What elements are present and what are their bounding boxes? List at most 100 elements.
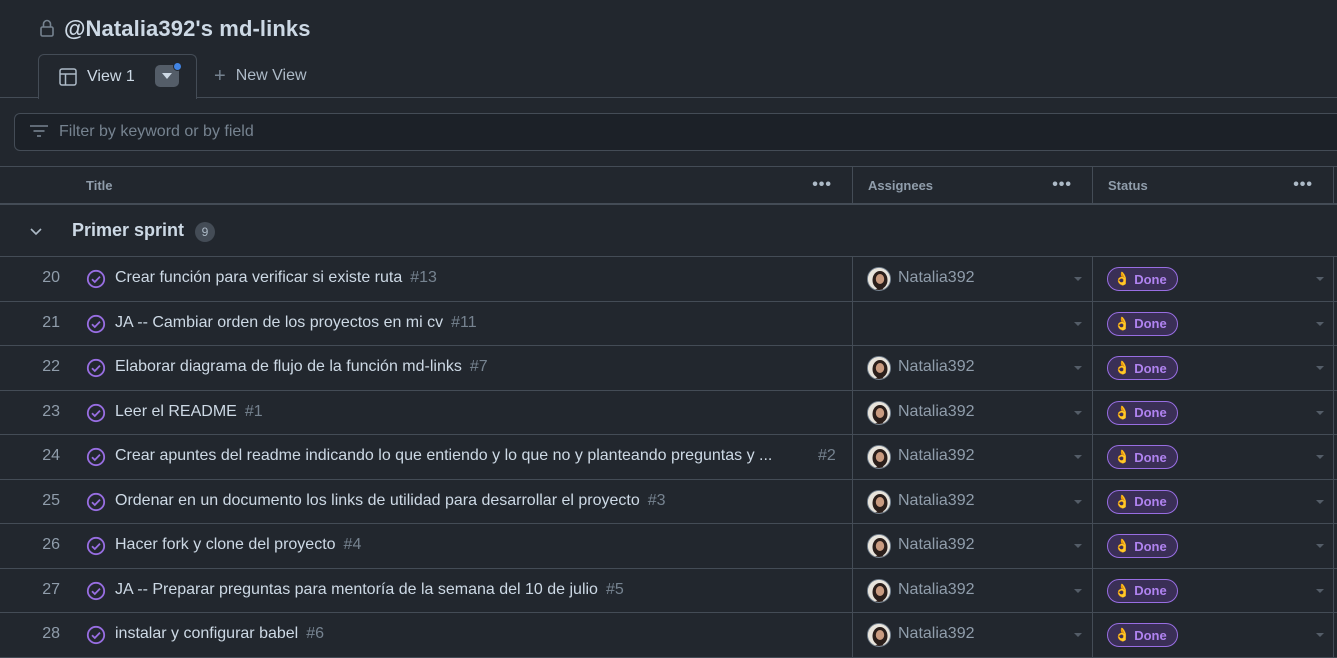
issue-closed-icon xyxy=(86,447,106,467)
ok-hand-icon: 👌 xyxy=(1114,538,1131,553)
assignee-cell[interactable]: Natalia392 xyxy=(852,524,1092,568)
table-row[interactable]: 21 JA -- Cambiar orden de los proyectos … xyxy=(0,301,1337,346)
avatar xyxy=(867,489,891,514)
table-row[interactable]: 26 Hacer fork y clone del proyecto #4 Nat… xyxy=(0,524,1337,569)
column-assignees-header[interactable]: Assignees ••• xyxy=(852,167,1092,204)
issue-closed-icon xyxy=(86,492,106,512)
avatar xyxy=(867,267,891,291)
assignee-cell[interactable]: Natalia392 xyxy=(852,435,1092,479)
assignee-cell[interactable]: Natalia392 xyxy=(852,390,1092,434)
triangle-down-icon[interactable] xyxy=(1315,542,1325,550)
row-number: 28 xyxy=(42,625,60,642)
issue-closed-icon xyxy=(86,358,106,378)
status-cell[interactable]: 👌 Done xyxy=(1092,479,1334,523)
avatar xyxy=(867,400,891,425)
issue-number: #7 xyxy=(469,358,488,375)
triangle-down-icon[interactable] xyxy=(1315,275,1325,283)
column-title-label: Title xyxy=(86,178,113,193)
issue-number: #3 xyxy=(647,491,666,509)
triangle-down-icon[interactable] xyxy=(1315,587,1325,595)
group-header[interactable]: Primer sprint 9 xyxy=(0,205,1337,257)
row-number: 25 xyxy=(42,491,60,509)
status-cell[interactable]: 👌 Done xyxy=(1092,524,1334,568)
table-row[interactable]: 24 Crear apuntes del readme indicando lo… xyxy=(0,435,1337,480)
column-title-menu-icon[interactable]: ••• xyxy=(812,176,832,194)
status-cell[interactable]: 👌 Done xyxy=(1092,257,1334,301)
table-icon xyxy=(59,68,77,86)
triangle-down-icon[interactable] xyxy=(1315,320,1325,328)
triangle-down-icon[interactable] xyxy=(1073,498,1083,506)
table-row[interactable]: 25 Ordenar en un documento los links de … xyxy=(0,479,1337,524)
triangle-down-icon[interactable] xyxy=(1315,453,1325,461)
issue-title-link[interactable]: Leer el README #1 xyxy=(115,403,263,421)
triangle-down-icon xyxy=(162,73,172,79)
row-number: 23 xyxy=(42,402,60,420)
assignee-cell[interactable]: Natalia392 xyxy=(852,568,1092,612)
assignee-cell[interactable] xyxy=(852,301,1092,345)
project-page: @Natalia392's md-links View 1 + New View… xyxy=(0,0,1337,658)
issue-title-link[interactable]: instalar y configurar babel #6 xyxy=(115,625,324,643)
column-status-label: Status xyxy=(1108,178,1148,193)
triangle-down-icon[interactable] xyxy=(1073,320,1083,328)
issue-closed-icon xyxy=(86,314,106,334)
assignee-name: Natalia392 xyxy=(898,358,975,375)
filter-input[interactable] xyxy=(59,123,959,141)
triangle-down-icon[interactable] xyxy=(1073,631,1083,639)
triangle-down-icon[interactable] xyxy=(1073,587,1083,595)
ok-hand-icon: 👌 xyxy=(1114,404,1131,420)
table-row[interactable]: 20 Crear función para verificar si exist… xyxy=(0,257,1337,302)
lock-icon xyxy=(38,18,56,40)
triangle-down-icon[interactable] xyxy=(1073,364,1083,372)
table-row[interactable]: 28 instalar y configurar babel #6 Natalia… xyxy=(0,613,1337,658)
triangle-down-icon[interactable] xyxy=(1073,542,1083,550)
triangle-down-icon[interactable] xyxy=(1315,409,1325,417)
issue-title-link[interactable]: Elaborar diagrama de flujo de la función… xyxy=(115,358,488,376)
ok-hand-icon: 👌 xyxy=(1114,449,1131,464)
status-badge: 👌 Done xyxy=(1107,578,1178,603)
new-view-button[interactable]: + New View xyxy=(214,65,307,87)
issue-number: #5 xyxy=(605,580,624,598)
triangle-down-icon[interactable] xyxy=(1073,275,1083,283)
chevron-down-icon[interactable] xyxy=(28,223,44,239)
column-title-header[interactable]: Title ••• xyxy=(86,167,852,204)
issue-title-link[interactable]: Crear función para verificar si existe r… xyxy=(115,269,437,287)
issue-title-link[interactable]: Ordenar en un documento los links de uti… xyxy=(115,492,666,510)
view-options-button[interactable] xyxy=(155,62,182,87)
new-view-label: New View xyxy=(235,67,307,84)
status-cell[interactable]: 👌 Done xyxy=(1092,301,1334,345)
triangle-down-icon[interactable] xyxy=(1073,453,1083,461)
issue-number: #6 xyxy=(306,625,325,642)
filter-bar[interactable] xyxy=(14,113,1337,151)
assignee-cell[interactable]: Natalia392 xyxy=(852,479,1092,523)
assignee-cell[interactable]: Natalia392 xyxy=(852,257,1092,301)
row-number: 26 xyxy=(42,536,60,553)
issue-title-link[interactable]: JA -- Preparar preguntas para mentoría d… xyxy=(115,581,624,599)
tab-view-1[interactable]: View 1 xyxy=(38,54,197,99)
triangle-down-icon[interactable] xyxy=(1315,498,1325,506)
column-assignees-menu-icon[interactable]: ••• xyxy=(1052,176,1072,194)
triangle-down-icon[interactable] xyxy=(1315,364,1325,372)
triangle-down-icon[interactable] xyxy=(1315,631,1325,639)
status-cell[interactable]: 👌 Done xyxy=(1092,435,1334,479)
status-cell[interactable]: 👌 Done xyxy=(1092,390,1334,434)
column-status-menu-icon[interactable]: ••• xyxy=(1293,176,1313,194)
status-badge: 👌 Done xyxy=(1107,489,1178,514)
triangle-down-icon[interactable] xyxy=(1073,409,1083,417)
issue-title-link[interactable]: Hacer fork y clone del proyecto #4 xyxy=(115,536,361,554)
issue-closed-icon xyxy=(86,536,106,556)
status-cell[interactable]: 👌 Done xyxy=(1092,568,1334,612)
table-row[interactable]: 22 Elaborar diagrama de flujo de la func… xyxy=(0,346,1337,391)
ok-hand-icon: 👌 xyxy=(1114,360,1131,375)
status-cell[interactable]: 👌 Done xyxy=(1092,346,1334,390)
issue-number: #4 xyxy=(343,536,362,553)
plus-icon: + xyxy=(214,65,226,87)
issue-title-link[interactable]: Crear apuntes del readme indicando lo qu… xyxy=(115,447,772,465)
assignee-cell[interactable]: Natalia392 xyxy=(852,613,1092,657)
assignee-cell[interactable]: Natalia392 xyxy=(852,346,1092,390)
table-row[interactable]: 27 JA -- Preparar preguntas para mentorí… xyxy=(0,568,1337,613)
status-cell[interactable]: 👌 Done xyxy=(1092,613,1334,657)
status-badge: 👌 Done xyxy=(1107,400,1178,425)
table-row[interactable]: 23 Leer el README #1 Natalia392 👌 Done xyxy=(0,390,1337,435)
column-status-header[interactable]: Status ••• xyxy=(1092,167,1334,204)
issue-title-link[interactable]: JA -- Cambiar orden de los proyectos en … xyxy=(115,314,477,332)
